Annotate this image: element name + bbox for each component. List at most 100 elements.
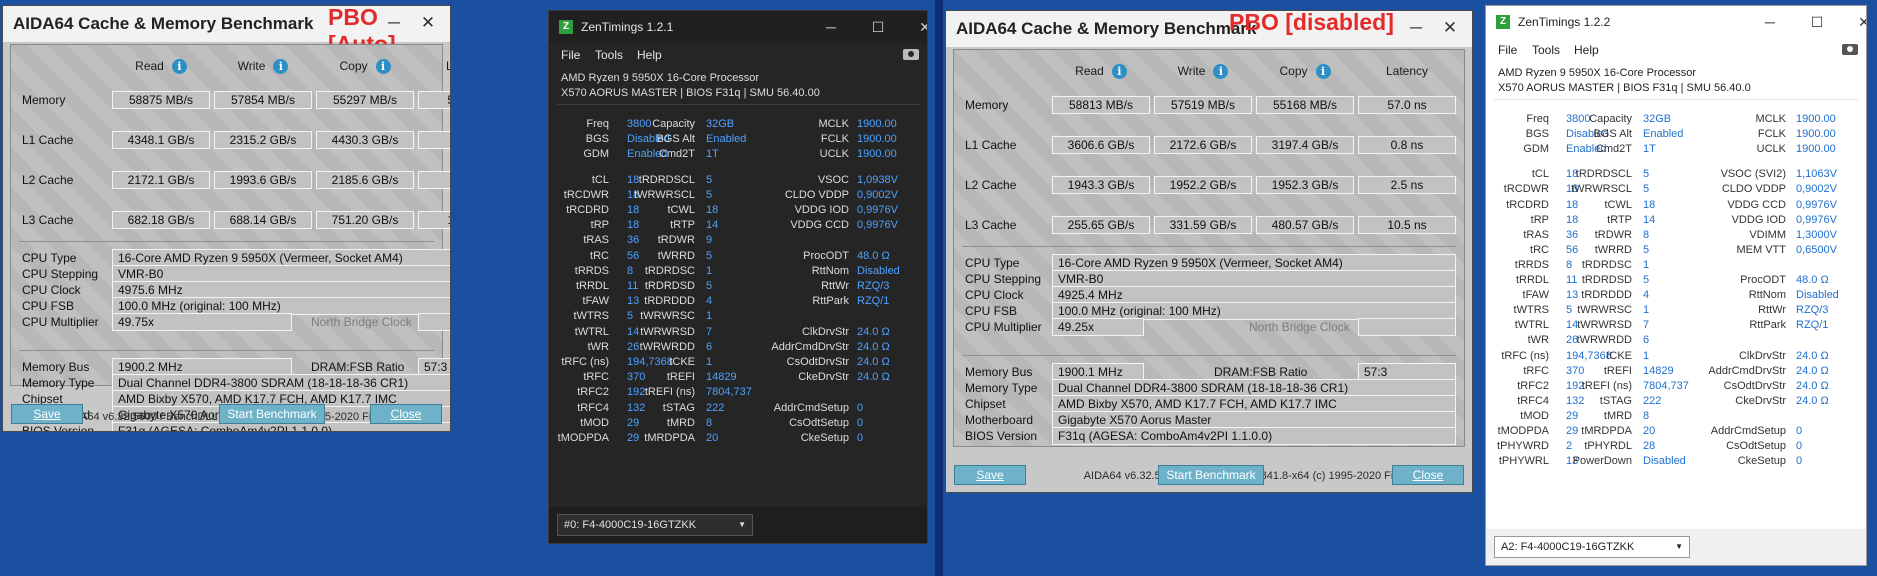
menu-item-file[interactable]: File [1498,43,1517,57]
timing-label-csodtdrvstr: CsOdtDrvStr [786,356,849,368]
close-button[interactable]: Close [370,404,442,424]
timing-label-tfaw: tFAW [582,295,609,308]
timing-label-powerdown: PowerDown [1572,455,1632,468]
maximize-button[interactable]: ☐ [868,18,888,36]
info-icon[interactable]: i [273,59,289,75]
close-button[interactable]: ✕ [915,18,927,36]
cpu-clock-label: CPU Clock [965,288,1024,302]
zentimings-window-light: Z ZenTimings 1.2.2 ─ ☐ ✕ File Tools Help AMD Ryz… [1485,5,1867,566]
timing-label-trdwr: tRDWR [1594,228,1632,241]
timing-value-vddg-ccd: 0,9976V [1796,198,1837,211]
timing-value-twrrd: 5 [1643,243,1650,256]
timing-value-tcke: 1 [1643,349,1650,362]
timing-label-trfc2: tRFC2 [577,386,609,399]
timing-label-mclk: MCLK [1755,113,1786,125]
timing-value-tcwl: 18 [706,204,719,216]
timing-label-bgs: BGS [585,133,609,146]
info-icon[interactable]: i [1315,64,1331,80]
column-header-write: Write i [214,59,312,75]
timing-value-trdrdscl: 5 [1643,168,1650,181]
start-benchmark-button[interactable]: Start Benchmark [1158,465,1264,485]
start-benchmark-button[interactable]: Start Benchmark [219,404,325,424]
timing-label-trdrdsc: tRDRDSC [644,264,695,277]
timing-label-addrcmdsetup: AddrCmdSetup [773,401,849,414]
timing-value-trdrdsd: 5 [706,280,713,292]
timing-value-twtrl: 14 [627,325,640,338]
timing-value-trdrddd: 4 [1643,289,1650,302]
menu-item-help[interactable]: Help [1574,43,1599,57]
timing-value-trrdl: 11 [1566,274,1578,286]
timing-label-twrwrsd: tWRWRSD [1577,319,1632,332]
timing-label-twrwrscl: tWRWRSCL [634,188,695,201]
timing-label-trrds: tRRDS [574,264,609,277]
info-icon[interactable]: i [1111,64,1127,80]
info-icon[interactable]: i [171,59,187,75]
menu-item-tools[interactable]: Tools [595,48,623,62]
timing-label-uclk: UCLK [1756,143,1786,156]
bench-value-write: 1993.6 GB/s [214,171,312,189]
minimize-button[interactable]: ─ [1404,17,1428,39]
timing-value-csodtsetup: 0 [857,416,864,429]
memory-profile-dropdown[interactable]: #0: F4-4000C19-16GTZKK ▼ [557,514,753,536]
info-icon[interactable]: i [375,59,391,75]
timing-label-vddg-iod: VDDG IOD [794,204,849,216]
timing-label-trfc-ns: tRFC (ns) [1501,349,1549,362]
timing-label-twrwrscl: tWRWRSCL [1571,183,1632,196]
timing-value-twrwrsc: 1 [1643,304,1650,317]
bench-value-read: 58813 MB/s [1052,96,1150,114]
maximize-button[interactable]: ☐ [1807,13,1827,31]
timing-value-tphywrd: 2 [1566,440,1573,453]
timing-label-tmrdpda: tMRDPDA [644,432,695,444]
timing-label-twtrs: tWTRS [573,310,609,323]
dram-fsb-ratio-label: DRAM:FSB Ratio [1214,365,1308,379]
timing-label-capacity: Capacity [1589,113,1632,125]
column-header-write: Write i [1154,64,1252,80]
timing-value-mclk: 1900.00 [857,118,897,130]
column-label-write: Write [237,59,266,73]
timing-value-tphyrdl: 28 [1643,440,1656,453]
timing-label-trtp: tRTP [670,219,695,232]
cpu-clock-label: CPU Clock [22,283,81,297]
memory-profile-dropdown[interactable]: A2: F4-4000C19-16GTZKK ▼ [1494,536,1690,558]
bench-value-copy: 55297 MB/s [316,91,414,109]
menu-item-help[interactable]: Help [637,48,662,62]
bench-value-read: 2172.1 GB/s [112,171,210,189]
bench-row-label: L1 Cache [965,138,1017,152]
timing-label-cmd2t: Cmd2T [1595,143,1632,156]
save-button[interactable]: Save [954,465,1026,485]
minimize-button[interactable]: ─ [821,18,841,36]
profile-value: A2: F4-4000C19-16GTZKK [1501,541,1635,553]
timing-value-rttnom: Disabled [857,264,900,277]
timing-value-fclk: 1900.00 [857,133,897,146]
minimize-button[interactable]: ─ [1760,13,1780,31]
timing-label-mem-vtt: MEM VTT [1736,243,1787,256]
timing-value-addrcmddrvstr: 24.0 Ω [1796,364,1829,377]
timing-label-ckesetup: CkeSetup [800,432,849,444]
close-icon[interactable]: ✕ [1438,17,1462,39]
timing-label-rttnom: RttNom [1748,289,1786,302]
cpu-type-label: CPU Type [22,251,77,265]
screenshot-camera-icon[interactable] [903,49,919,60]
timing-label-trrdl: tRRDL [1515,274,1549,286]
bench-value-write: 2172.6 GB/s [1154,136,1252,154]
timing-value-fclk: 1900.00 [1796,128,1836,141]
timing-value-vddg-iod: 0,9976V [1796,213,1837,226]
screenshot-camera-icon[interactable] [1842,44,1858,55]
timing-value-vddg-iod: 0,9976V [857,204,898,216]
timing-value-tmrdpda: 20 [1643,425,1656,437]
timing-value-trdrddd: 4 [706,295,713,308]
timing-label-tfaw: tFAW [1522,289,1549,302]
info-icon[interactable]: i [1213,64,1229,80]
close-button[interactable]: ✕ [1854,13,1866,31]
menu-item-tools[interactable]: Tools [1532,43,1560,57]
close-button[interactable]: Close [1392,465,1464,485]
timing-label-bgs-alt: BGS Alt [1593,128,1632,141]
timing-value-trrdl: 11 [627,280,639,292]
save-button[interactable]: Save [11,404,83,424]
menu-item-file[interactable]: File [561,48,580,62]
timing-label-capacity: Capacity [652,118,695,130]
timing-value-twrwrdd: 6 [1643,334,1650,347]
timing-label-addrcmddrvstr: AddrCmdDrvStr [771,340,849,353]
bench-value-latency: 57.0 ns [1358,96,1456,114]
timing-label-rttpark: RttPark [812,295,849,308]
